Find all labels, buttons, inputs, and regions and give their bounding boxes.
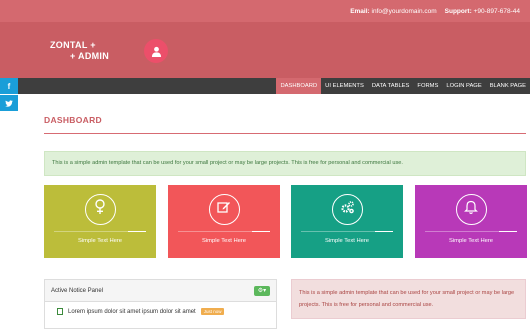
logo-line-1: ZONTAL + bbox=[50, 40, 96, 50]
edit-icon bbox=[217, 200, 231, 219]
time-badge: Just now bbox=[200, 308, 225, 315]
notice-panel: Active Notice Panel ⚙▾ Lorem ipsum dolor… bbox=[44, 279, 277, 329]
nav-item-blank-page[interactable]: BLANK PAGE bbox=[486, 78, 530, 94]
stat-card[interactable]: Simple Text Here bbox=[44, 185, 156, 258]
card-icon-circle bbox=[455, 194, 487, 225]
panel-header: Active Notice Panel ⚙▾ bbox=[45, 280, 276, 302]
progress-bar bbox=[178, 231, 270, 232]
female-icon bbox=[93, 199, 107, 220]
progress-fill bbox=[498, 231, 517, 232]
support-value: +90-897-678-44 bbox=[473, 7, 520, 15]
file-text-icon bbox=[57, 308, 63, 315]
notice-text: Lorem ipsum dolor sit amet ipsum dolor s… bbox=[68, 308, 196, 315]
success-alert: This is a simple admin template that can… bbox=[44, 151, 526, 176]
nav-item-login-page[interactable]: LOGIN PAGE bbox=[442, 78, 485, 94]
header: ZONTAL + + ADMIN bbox=[0, 22, 530, 78]
progress-fill bbox=[374, 231, 393, 232]
user-icon bbox=[151, 46, 161, 57]
card-icon-circle bbox=[84, 194, 116, 225]
stat-card[interactable]: Simple Text Here bbox=[415, 185, 527, 258]
user-avatar[interactable] bbox=[144, 39, 168, 63]
cogs-icon bbox=[340, 200, 355, 220]
card-text: Simple Text Here bbox=[201, 238, 247, 244]
card-text: Simple Text Here bbox=[324, 238, 370, 244]
nav-item-ui-elements[interactable]: UI ELEMENTS bbox=[321, 78, 368, 94]
panel-title: Active Notice Panel bbox=[51, 287, 104, 294]
stat-card[interactable]: Simple Text Here bbox=[168, 185, 280, 258]
danger-alert: This is a simple admin template that can… bbox=[291, 279, 526, 319]
card-icon-circle bbox=[331, 194, 363, 225]
page-title: DASHBOARD bbox=[44, 115, 102, 125]
stat-card[interactable]: Simple Text Here bbox=[291, 185, 403, 258]
email-value[interactable]: info@yourdomain.com bbox=[372, 8, 437, 15]
facebook-icon: f bbox=[7, 81, 11, 91]
progress-fill bbox=[127, 231, 146, 232]
nav-item-forms[interactable]: FORMS bbox=[413, 78, 442, 94]
card-text: Simple Text Here bbox=[77, 238, 123, 244]
main-navbar: DASHBOARD UI ELEMENTS DATA TABLES FORMS LOGI… bbox=[0, 78, 530, 94]
nav-item-dashboard[interactable]: DASHBOARD bbox=[276, 78, 322, 94]
card-icon-circle bbox=[208, 194, 240, 225]
progress-bar bbox=[301, 231, 393, 232]
panel-settings-button[interactable]: ⚙▾ bbox=[254, 285, 270, 296]
progress-bar bbox=[54, 231, 146, 232]
top-info-bar: Email: info@yourdomain.com Support: +90-… bbox=[0, 0, 530, 22]
email-info: Email: info@yourdomain.com bbox=[350, 7, 437, 15]
gear-icon: ⚙▾ bbox=[257, 288, 267, 294]
list-item[interactable]: Lorem ipsum dolor sit amet ipsum dolor s… bbox=[45, 302, 276, 315]
twitter-icon bbox=[5, 99, 13, 107]
facebook-button[interactable]: f bbox=[0, 78, 18, 94]
progress-bar bbox=[425, 231, 517, 232]
progress-fill bbox=[251, 231, 270, 232]
nav-menu: DASHBOARD UI ELEMENTS DATA TABLES FORMS LOGI… bbox=[276, 78, 530, 94]
support-info: Support: +90-897-678-44 bbox=[444, 7, 520, 15]
card-text: Simple Text Here bbox=[448, 238, 494, 244]
nav-item-data-tables[interactable]: DATA TABLES bbox=[368, 78, 414, 94]
bell-icon bbox=[464, 200, 478, 220]
logo[interactable]: ZONTAL + + ADMIN bbox=[50, 40, 109, 62]
twitter-button[interactable] bbox=[0, 95, 18, 111]
logo-line-2: + ADMIN bbox=[70, 51, 110, 61]
title-divider bbox=[44, 133, 526, 134]
